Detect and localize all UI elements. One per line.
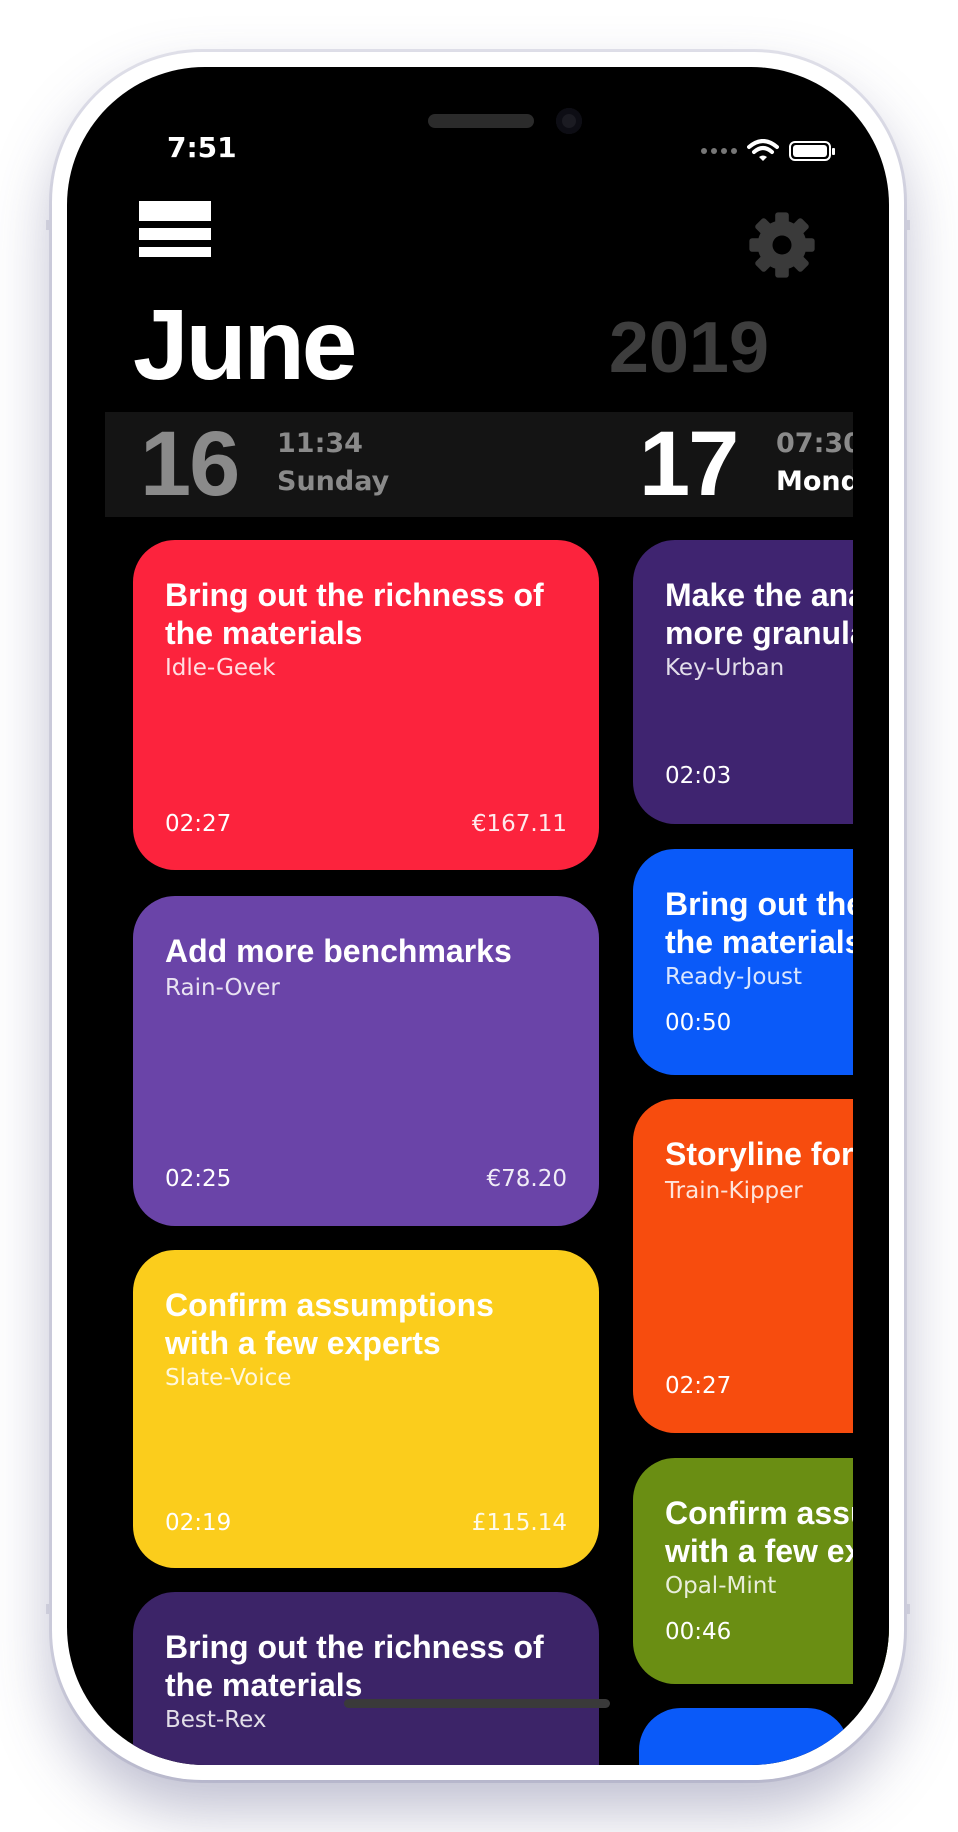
event-client: Slate-Voice bbox=[165, 1365, 292, 1391]
event-client: Rain-Over bbox=[165, 975, 280, 1001]
menu-icon[interactable] bbox=[139, 201, 213, 275]
month-title: June bbox=[133, 289, 357, 401]
home-indicator[interactable] bbox=[344, 1699, 610, 1708]
event-price: €167.11 bbox=[471, 811, 567, 837]
event-card[interactable]: Make the analysis more granular Key-Urba… bbox=[633, 540, 889, 824]
event-duration: 02:25 bbox=[165, 1166, 232, 1192]
battery-icon bbox=[789, 141, 835, 161]
day-time: 11:34 bbox=[277, 428, 363, 459]
event-card[interactable]: Add more benchmarks Rain-Over 02:25 €78.… bbox=[133, 896, 599, 1226]
event-duration: 00:46 bbox=[665, 1619, 732, 1645]
event-card[interactable]: Bring out the richness of the materials … bbox=[133, 1592, 599, 1765]
event-title: Add more benchmarks bbox=[165, 933, 512, 969]
phone-screen: 7:51 June 2019 16 11:34 Sunday 17 07:30 … bbox=[67, 67, 889, 1765]
day-item-17[interactable]: 17 07:30 Monday bbox=[639, 412, 889, 517]
event-duration: 02:27 bbox=[665, 1373, 732, 1399]
event-title: Confirm assumptions with a few experts bbox=[165, 1287, 494, 1361]
front-camera-icon bbox=[556, 108, 582, 134]
event-client: Idle-Geek bbox=[165, 655, 276, 681]
wifi-icon bbox=[747, 139, 779, 161]
status-icons bbox=[701, 139, 835, 163]
event-card[interactable]: Bring out the richness of the materials … bbox=[133, 540, 599, 870]
event-card[interactable]: Confirm assumptions with a few experts O… bbox=[633, 1458, 889, 1684]
event-duration: 02:19 bbox=[165, 1510, 232, 1536]
event-duration: 00:50 bbox=[665, 1010, 732, 1036]
screen-edge-mask bbox=[853, 407, 889, 1765]
day-number: 17 bbox=[639, 413, 739, 515]
day-weekday: Sunday bbox=[277, 466, 390, 497]
year-label: 2019 bbox=[608, 308, 769, 388]
event-card[interactable]: Bring out the richness of the materials … bbox=[633, 849, 889, 1075]
event-duration: 02:27 bbox=[165, 811, 232, 837]
event-price: €78.20 bbox=[486, 1166, 567, 1192]
event-title: Bring out the richness of the materials bbox=[165, 1629, 544, 1703]
signal-dots-icon bbox=[701, 148, 737, 154]
event-client: Train-Kipper bbox=[665, 1178, 803, 1204]
day-item-16[interactable]: 16 11:34 Sunday bbox=[140, 412, 440, 517]
event-duration: 02:03 bbox=[665, 763, 732, 789]
event-client: Ready-Joust bbox=[665, 964, 803, 990]
event-client: Best-Rex bbox=[165, 1707, 267, 1733]
day-number: 16 bbox=[140, 413, 240, 515]
event-price: £115.14 bbox=[471, 1510, 567, 1536]
gear-icon[interactable] bbox=[748, 211, 816, 279]
event-card[interactable]: Confirm assumptions with a few experts S… bbox=[133, 1250, 599, 1568]
speaker-grille bbox=[428, 114, 534, 128]
status-time: 7:51 bbox=[167, 131, 237, 164]
event-card[interactable]: Storyline for Train-Kipper 02:27 bbox=[633, 1099, 889, 1433]
event-client: Key-Urban bbox=[665, 655, 785, 681]
date-strip: 16 11:34 Sunday 17 07:30 Monday bbox=[105, 412, 889, 517]
day-time: 07:30 bbox=[776, 428, 862, 459]
event-client: Opal-Mint bbox=[665, 1573, 777, 1599]
event-card[interactable] bbox=[639, 1708, 849, 1765]
event-title: Bring out the richness of the materials bbox=[165, 577, 544, 651]
